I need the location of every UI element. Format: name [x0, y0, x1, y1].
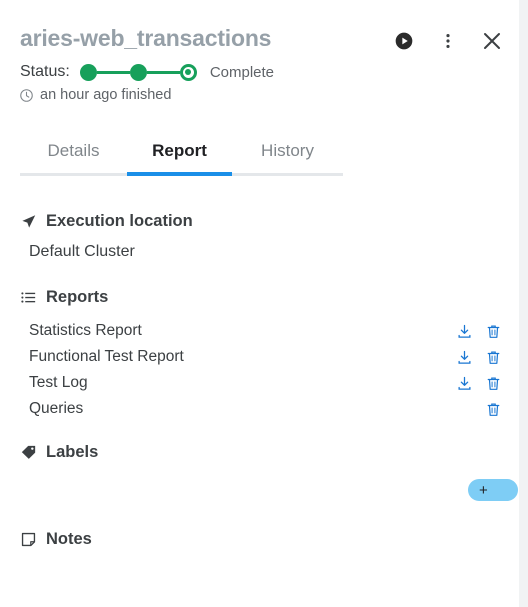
tab-report[interactable]: Report [127, 131, 232, 171]
progress-step-2 [129, 63, 147, 81]
section-title-notes: Notes [46, 530, 92, 548]
report-row-actions [456, 373, 502, 393]
trash-icon [487, 324, 500, 338]
list-icon [21, 292, 36, 303]
download-icon [458, 350, 471, 364]
download-placeholder [456, 399, 473, 419]
section-reports: Reports [20, 288, 108, 307]
panel-header: aries-web_transactions Status: Complete … [0, 0, 519, 120]
progress-connector-1 [96, 70, 130, 74]
download-report-button[interactable] [456, 373, 473, 393]
page-title: aries-web_transactions [20, 25, 272, 51]
delete-report-button[interactable] [485, 321, 502, 341]
delete-report-button[interactable] [485, 399, 502, 419]
report-row-actions [456, 399, 502, 419]
tab-active-indicator [127, 172, 232, 176]
navigation-arrow-icon [22, 215, 36, 228]
report-name: Statistics Report [29, 322, 142, 339]
section-notes: Notes [20, 530, 92, 549]
trash-icon [487, 376, 500, 390]
note-icon [21, 532, 36, 547]
progress-step-3 [179, 63, 197, 81]
section-title-labels: Labels [46, 443, 99, 461]
tab-history[interactable]: History [232, 131, 343, 171]
section-title-execution-location: Execution location [46, 212, 193, 230]
header-actions [391, 28, 505, 54]
reports-list: Statistics Report Functional Test Report… [0, 318, 519, 422]
section-execution-location: Execution location [20, 212, 193, 231]
status-label: Status: [20, 63, 70, 80]
progress-connector-2 [146, 70, 180, 74]
progress-step-1 [79, 63, 97, 81]
tab-bar: Details Report History [0, 131, 519, 177]
trash-icon [487, 350, 500, 364]
report-name: Queries [29, 400, 84, 417]
finished-time-text: an hour ago finished [40, 87, 172, 103]
clock-icon [20, 88, 33, 102]
status-row: Status: Complete [20, 61, 274, 83]
list-item: Statistics Report [0, 318, 519, 344]
report-name: Test Log [29, 374, 88, 391]
execution-location-value: Default Cluster [29, 243, 135, 260]
download-icon [458, 376, 471, 390]
add-label-button-label: + [479, 481, 488, 499]
run-detail-panel: aries-web_transactions Status: Complete … [0, 0, 519, 607]
list-item: Queries [0, 396, 519, 422]
report-row-actions [456, 347, 502, 367]
report-row-actions [456, 321, 502, 341]
tab-details[interactable]: Details [20, 131, 127, 171]
section-labels: Labels [20, 443, 98, 462]
run-button[interactable] [391, 28, 417, 54]
status-badge: Complete [209, 63, 275, 81]
play-circle-icon [395, 32, 413, 50]
add-label-button[interactable]: + [468, 479, 518, 501]
delete-report-button[interactable] [485, 373, 502, 393]
report-name: Functional Test Report [29, 348, 184, 365]
section-title-reports: Reports [46, 288, 109, 306]
download-icon [458, 324, 471, 338]
close-icon [484, 33, 500, 49]
download-report-button[interactable] [456, 321, 473, 341]
close-button[interactable] [479, 28, 505, 54]
list-item: Functional Test Report [0, 344, 519, 370]
progress-stepper [79, 63, 197, 81]
delete-report-button[interactable] [485, 347, 502, 367]
trash-icon [487, 402, 500, 416]
list-item: Test Log [0, 370, 519, 396]
kebab-menu-icon [446, 34, 450, 48]
finished-time-row: an hour ago finished [19, 87, 171, 103]
tag-icon [21, 445, 36, 459]
download-report-button[interactable] [456, 347, 473, 367]
more-options-button[interactable] [435, 28, 461, 54]
